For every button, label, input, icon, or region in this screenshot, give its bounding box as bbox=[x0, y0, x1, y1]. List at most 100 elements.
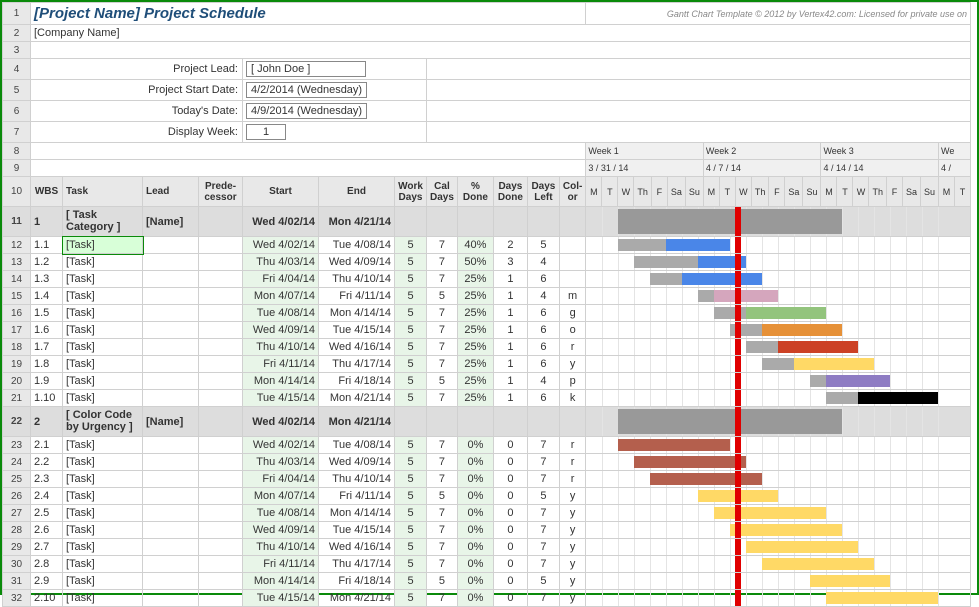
cell-end[interactable]: Thu 4/10/14 bbox=[319, 471, 395, 488]
cell-dd[interactable]: 1 bbox=[493, 305, 527, 322]
cell-wd[interactable]: 5 bbox=[395, 339, 427, 356]
cell-start[interactable]: Thu 4/10/14 bbox=[243, 539, 319, 556]
cell-dd[interactable]: 0 bbox=[493, 590, 527, 607]
cell-dl[interactable]: 6 bbox=[527, 339, 559, 356]
cell-wbs[interactable]: 1.4 bbox=[31, 288, 63, 305]
cell-lead[interactable]: [Name] bbox=[143, 407, 199, 437]
cell-dl[interactable]: 4 bbox=[527, 288, 559, 305]
cell-end[interactable]: Fri 4/11/14 bbox=[319, 288, 395, 305]
cell-wbs[interactable]: 1.3 bbox=[31, 271, 63, 288]
cell-col[interactable]: y bbox=[559, 522, 585, 539]
cell-pct[interactable]: 0% bbox=[457, 522, 493, 539]
cell-predecessor[interactable] bbox=[199, 322, 243, 339]
task-row[interactable]: 282.6[Task]Wed 4/09/14Tue 4/15/14570%07y bbox=[3, 522, 971, 539]
cell-col[interactable]: y bbox=[559, 556, 585, 573]
cell-cd[interactable]: 7 bbox=[427, 505, 458, 522]
cell-predecessor[interactable] bbox=[199, 437, 243, 454]
cell-pct[interactable]: 25% bbox=[457, 356, 493, 373]
cell-predecessor[interactable] bbox=[199, 539, 243, 556]
cell-dl[interactable]: 5 bbox=[527, 237, 559, 254]
cell-pct[interactable]: 25% bbox=[457, 373, 493, 390]
cell-wbs[interactable]: 1.5 bbox=[31, 305, 63, 322]
cell-end[interactable]: Fri 4/11/14 bbox=[319, 488, 395, 505]
cell-task[interactable]: [Task] bbox=[63, 590, 143, 607]
task-row[interactable]: 262.4[Task]Mon 4/07/14Fri 4/11/14550%05y bbox=[3, 488, 971, 505]
cell-predecessor[interactable] bbox=[199, 407, 243, 437]
cell-dd[interactable]: 0 bbox=[493, 488, 527, 505]
cell-dd[interactable] bbox=[493, 207, 527, 237]
task-row[interactable]: 272.5[Task]Tue 4/08/14Mon 4/14/14570%07y bbox=[3, 505, 971, 522]
cell-col[interactable]: o bbox=[559, 322, 585, 339]
cell-cd[interactable]: 5 bbox=[427, 373, 458, 390]
cell-task[interactable]: [Task] bbox=[63, 339, 143, 356]
cell-cd[interactable]: 7 bbox=[427, 271, 458, 288]
col-header-start[interactable]: Start bbox=[243, 177, 319, 207]
cell-dl[interactable]: 7 bbox=[527, 437, 559, 454]
cell-task[interactable]: [Task] bbox=[63, 539, 143, 556]
cell-dd[interactable]: 0 bbox=[493, 437, 527, 454]
col-header-work-days[interactable]: Work Days bbox=[395, 177, 427, 207]
cell-predecessor[interactable] bbox=[199, 488, 243, 505]
cell-predecessor[interactable] bbox=[199, 471, 243, 488]
cell-end[interactable]: Thu 4/17/14 bbox=[319, 556, 395, 573]
cell-end[interactable]: Thu 4/17/14 bbox=[319, 356, 395, 373]
cell-dl[interactable] bbox=[527, 407, 559, 437]
cell-col[interactable]: y bbox=[559, 488, 585, 505]
cell-wd[interactable]: 5 bbox=[395, 471, 427, 488]
cell-predecessor[interactable] bbox=[199, 271, 243, 288]
category-row[interactable]: 111[ Task Category ][Name]Wed 4/02/14Mon… bbox=[3, 207, 971, 237]
cell-wd[interactable]: 5 bbox=[395, 373, 427, 390]
cell-wd[interactable]: 5 bbox=[395, 488, 427, 505]
cell-wd[interactable]: 5 bbox=[395, 573, 427, 590]
cell-dl[interactable]: 4 bbox=[527, 254, 559, 271]
cell-dd[interactable]: 1 bbox=[493, 356, 527, 373]
cell-dd[interactable] bbox=[493, 407, 527, 437]
cell-start[interactable]: Fri 4/04/14 bbox=[243, 271, 319, 288]
cell-lead[interactable] bbox=[143, 488, 199, 505]
cell-dl[interactable] bbox=[527, 207, 559, 237]
cell-predecessor[interactable] bbox=[199, 237, 243, 254]
cell-wbs[interactable]: 2.6 bbox=[31, 522, 63, 539]
cell-dl[interactable]: 6 bbox=[527, 390, 559, 407]
task-row[interactable]: 201.9[Task]Mon 4/14/14Fri 4/18/145525%14… bbox=[3, 373, 971, 390]
task-row[interactable]: 131.2[Task]Thu 4/03/14Wed 4/09/145750%34 bbox=[3, 254, 971, 271]
cell-cd[interactable] bbox=[427, 207, 458, 237]
col-header-predecessor[interactable]: Prede- cessor bbox=[199, 177, 243, 207]
cell-end[interactable]: Wed 4/09/14 bbox=[319, 454, 395, 471]
task-row[interactable]: 171.6[Task]Wed 4/09/14Tue 4/15/145725%16… bbox=[3, 322, 971, 339]
cell-dl[interactable]: 6 bbox=[527, 305, 559, 322]
cell-task[interactable]: [Task] bbox=[63, 305, 143, 322]
cell-task[interactable]: [ Color Code by Urgency ] bbox=[63, 407, 143, 437]
task-row[interactable]: 211.10[Task]Tue 4/15/14Mon 4/21/145725%1… bbox=[3, 390, 971, 407]
cell-wbs[interactable]: 1.7 bbox=[31, 339, 63, 356]
task-row[interactable]: 121.1[Task]Wed 4/02/14Tue 4/08/145740%25 bbox=[3, 237, 971, 254]
cell-start[interactable]: Wed 4/02/14 bbox=[243, 437, 319, 454]
task-row[interactable]: 161.5[Task]Tue 4/08/14Mon 4/14/145725%16… bbox=[3, 305, 971, 322]
cell-end[interactable]: Tue 4/15/14 bbox=[319, 522, 395, 539]
cell-cd[interactable]: 5 bbox=[427, 288, 458, 305]
cell-lead[interactable] bbox=[143, 339, 199, 356]
cell-start[interactable]: Mon 4/07/14 bbox=[243, 288, 319, 305]
cell-wbs[interactable]: 2.2 bbox=[31, 454, 63, 471]
task-row[interactable]: 252.3[Task]Fri 4/04/14Thu 4/10/14570%07r bbox=[3, 471, 971, 488]
cell-dl[interactable]: 6 bbox=[527, 356, 559, 373]
cell-col[interactable] bbox=[559, 237, 585, 254]
cell-pct[interactable]: 25% bbox=[457, 339, 493, 356]
cell-wd[interactable]: 5 bbox=[395, 505, 427, 522]
cell-end[interactable]: Fri 4/18/14 bbox=[319, 373, 395, 390]
cell-predecessor[interactable] bbox=[199, 390, 243, 407]
cell-end[interactable]: Mon 4/21/14 bbox=[319, 407, 395, 437]
cell-cd[interactable]: 5 bbox=[427, 573, 458, 590]
col-header-color[interactable]: Col- or bbox=[559, 177, 585, 207]
cell-dd[interactable]: 1 bbox=[493, 322, 527, 339]
cell-predecessor[interactable] bbox=[199, 454, 243, 471]
cell-dd[interactable]: 0 bbox=[493, 573, 527, 590]
cell-col[interactable] bbox=[559, 407, 585, 437]
cell-end[interactable]: Thu 4/10/14 bbox=[319, 271, 395, 288]
cell-col[interactable]: y bbox=[559, 356, 585, 373]
cell-pct[interactable]: 0% bbox=[457, 539, 493, 556]
cell-lead[interactable] bbox=[143, 454, 199, 471]
cell-task[interactable]: [Task] bbox=[63, 390, 143, 407]
cell-start[interactable]: Thu 4/03/14 bbox=[243, 254, 319, 271]
cell-end[interactable]: Mon 4/21/14 bbox=[319, 207, 395, 237]
